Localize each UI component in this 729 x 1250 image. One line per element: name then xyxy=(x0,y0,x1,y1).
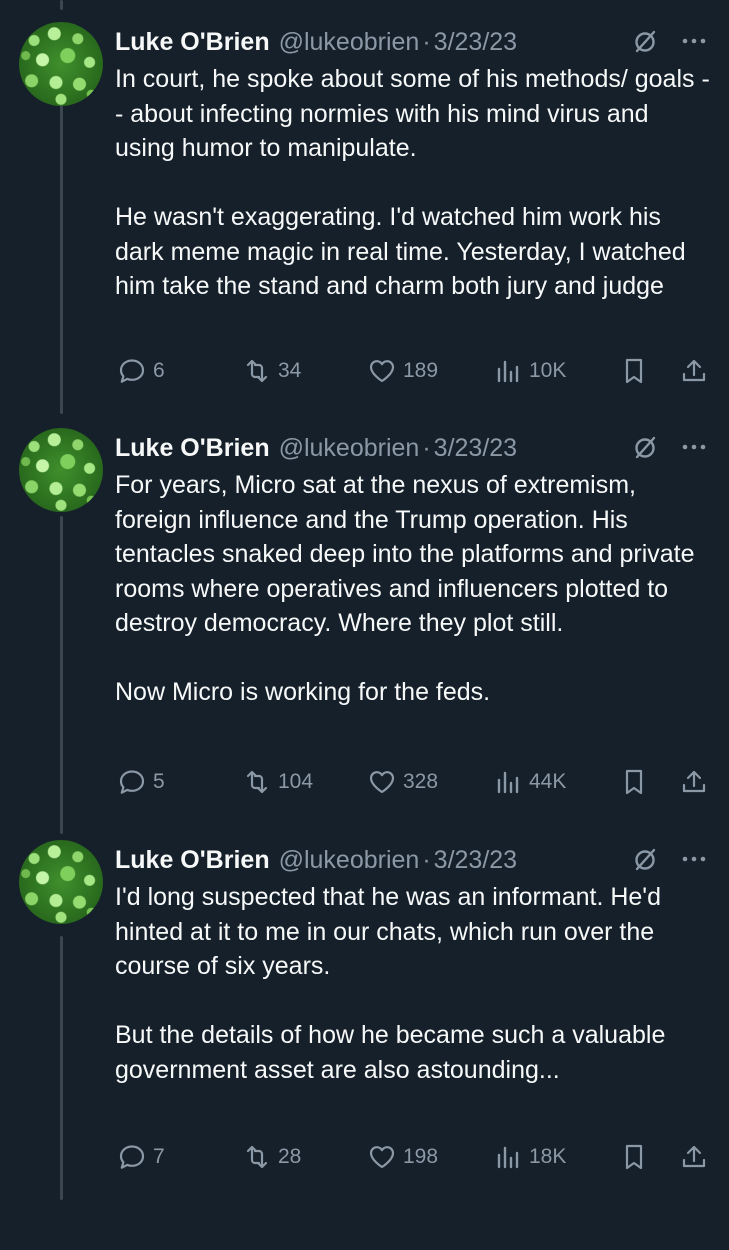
repost-button[interactable]: 28 xyxy=(242,1140,301,1174)
avatar[interactable] xyxy=(19,428,103,512)
share-button[interactable] xyxy=(679,1140,709,1174)
tweet[interactable]: Luke O'Brien @lukeobrien · 3/23/23 In co… xyxy=(0,22,729,432)
views-button[interactable]: 10K xyxy=(493,354,566,388)
heart-icon xyxy=(369,1146,395,1169)
like-count: 328 xyxy=(403,770,439,793)
repost-icon xyxy=(246,770,268,794)
bookmark-button[interactable] xyxy=(619,1140,649,1174)
heart-icon xyxy=(369,771,395,794)
views-count: 10K xyxy=(529,359,567,382)
tweet-date[interactable]: 3/23/23 xyxy=(434,434,517,463)
more-icon[interactable] xyxy=(678,26,710,56)
tweet-paragraph: But the details of how he became such a … xyxy=(115,1021,666,1084)
heart-icon xyxy=(369,360,395,383)
bookmark-button[interactable] xyxy=(619,354,649,388)
bookmark-icon xyxy=(625,358,643,384)
more-icon[interactable] xyxy=(678,432,710,462)
tweet-text: For years, Micro sat at the nexus of ext… xyxy=(115,468,715,710)
avatar[interactable] xyxy=(19,840,103,924)
views-icon xyxy=(497,771,519,794)
author-handle[interactable]: @lukeobrien xyxy=(279,846,420,875)
separator-dot: · xyxy=(422,845,431,874)
share-icon xyxy=(682,770,706,793)
reply-icon xyxy=(119,770,145,794)
repost-count: 104 xyxy=(278,770,314,793)
avatar[interactable] xyxy=(19,22,103,106)
reply-count: 5 xyxy=(153,770,165,793)
tweet-paragraph: He wasn't exaggerating. I'd watched him … xyxy=(115,203,686,300)
like-count: 189 xyxy=(403,359,439,382)
views-count: 18K xyxy=(529,1145,567,1168)
bookmark-button[interactable] xyxy=(619,765,649,799)
tweet-date[interactable]: 3/23/23 xyxy=(434,846,517,875)
views-icon xyxy=(497,360,519,383)
author-name[interactable]: Luke O'Brien xyxy=(115,846,270,875)
tweet-paragraph: Now Micro is working for the feds. xyxy=(115,678,491,706)
reply-count: 6 xyxy=(153,359,165,382)
more-icon[interactable] xyxy=(678,844,710,874)
tweet-paragraph: In court, he spoke about some of his met… xyxy=(115,65,710,162)
views-button[interactable]: 44K xyxy=(493,765,566,799)
thread-line-top xyxy=(60,0,63,10)
repost-icon xyxy=(246,359,268,383)
tweet-paragraph: For years, Micro sat at the nexus of ext… xyxy=(115,471,695,637)
separator-dot: · xyxy=(422,433,431,462)
views-icon xyxy=(497,1146,519,1169)
repost-button[interactable]: 34 xyxy=(242,354,301,388)
views-count: 44K xyxy=(529,770,567,793)
tweet-header: Luke O'Brien @lukeobrien · 3/23/23 xyxy=(115,430,517,466)
share-button[interactable] xyxy=(679,765,709,799)
grok-icon[interactable] xyxy=(633,434,659,460)
like-button[interactable]: 198 xyxy=(367,1140,438,1174)
repost-count: 28 xyxy=(278,1145,302,1168)
action-bar: 6 34 189 10K xyxy=(0,354,729,388)
separator-dot: · xyxy=(422,27,431,56)
reply-icon xyxy=(119,1145,145,1169)
reply-count: 7 xyxy=(153,1145,165,1168)
like-button[interactable]: 189 xyxy=(367,354,438,388)
bookmark-icon xyxy=(625,1144,643,1170)
share-icon xyxy=(682,359,706,382)
like-count: 198 xyxy=(403,1145,439,1168)
tweet-date[interactable]: 3/23/23 xyxy=(434,28,517,57)
author-handle[interactable]: @lukeobrien xyxy=(279,434,420,463)
repost-count: 34 xyxy=(278,359,302,382)
repost-button[interactable]: 104 xyxy=(242,765,313,799)
tweet-text: I'd long suspected that he was an inform… xyxy=(115,880,715,1087)
grok-icon[interactable] xyxy=(633,846,659,872)
author-name[interactable]: Luke O'Brien xyxy=(115,28,270,57)
author-name[interactable]: Luke O'Brien xyxy=(115,434,270,463)
tweet[interactable]: Luke O'Brien @lukeobrien · 3/23/23 For y… xyxy=(0,428,729,838)
views-button[interactable]: 18K xyxy=(493,1140,566,1174)
reply-icon xyxy=(119,359,145,383)
repost-icon xyxy=(246,1145,268,1169)
tweet-header: Luke O'Brien @lukeobrien · 3/23/23 xyxy=(115,24,517,60)
tweet[interactable]: Luke O'Brien @lukeobrien · 3/23/23 I'd l… xyxy=(0,840,729,1250)
share-button[interactable] xyxy=(679,354,709,388)
author-handle[interactable]: @lukeobrien xyxy=(279,28,420,57)
like-button[interactable]: 328 xyxy=(367,765,438,799)
tweet-text: In court, he spoke about some of his met… xyxy=(115,62,715,304)
bookmark-icon xyxy=(625,769,643,795)
tweet-paragraph: I'd long suspected that he was an inform… xyxy=(115,883,661,980)
reply-button[interactable]: 7 xyxy=(117,1140,165,1174)
tweet-header: Luke O'Brien @lukeobrien · 3/23/23 xyxy=(115,842,517,878)
action-bar: 5 104 328 44K xyxy=(0,765,729,799)
reply-button[interactable]: 5 xyxy=(117,765,165,799)
grok-icon[interactable] xyxy=(633,28,659,54)
action-bar: 7 28 198 18K xyxy=(0,1140,729,1174)
reply-button[interactable]: 6 xyxy=(117,354,165,388)
share-icon xyxy=(682,1145,706,1168)
